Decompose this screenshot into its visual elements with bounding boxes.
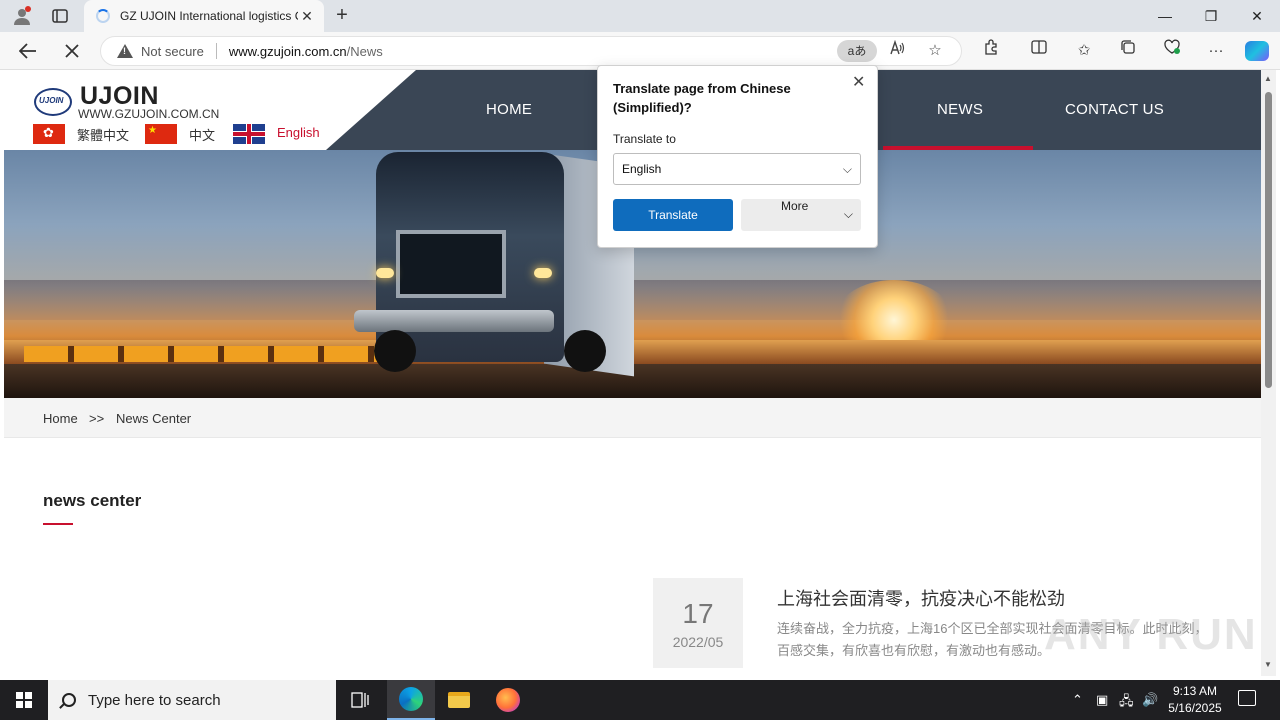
nav-home[interactable]: HOME [486,70,532,150]
uk-flag-icon[interactable] [233,124,265,144]
loading-spinner-icon [96,9,110,23]
new-tab-button[interactable]: + [330,4,354,28]
tab-title: GZ UJOIN International logistics C [120,9,298,23]
news-date-day: 17 [682,598,714,629]
browser-tab-active[interactable]: GZ UJOIN International logistics C ✕ [84,0,324,32]
task-view-icon[interactable] [336,680,384,720]
translate-popup-title: Translate page from Chinese (Simplified)… [613,81,791,115]
page-scrollbar[interactable]: ▲ ▼ [1261,70,1276,676]
url-separator [215,43,217,59]
translate-to-label: Translate to [613,132,676,146]
breadcrumb: Home >> News Center [4,398,1261,438]
lang-traditional-chinese[interactable]: 繁體中文 [77,125,129,144]
start-button[interactable] [0,680,48,720]
scroll-down-icon[interactable]: ▼ [1264,660,1272,669]
scroll-thumb[interactable] [1265,92,1272,388]
hk-flag-icon[interactable] [33,124,65,144]
warning-icon[interactable] [117,44,133,58]
restore-button[interactable]: ❐ [1188,0,1234,32]
tray-device-icon[interactable]: ▣ [1096,692,1108,708]
breadcrumb-current: News Center [116,411,192,426]
search-icon [62,693,76,707]
split-screen-icon[interactable] [1026,39,1052,63]
nav-news[interactable]: NEWS [937,70,983,150]
edge-taskbar-icon[interactable] [387,680,435,720]
close-window-button[interactable]: ✕ [1234,0,1280,32]
windows-logo-icon [16,692,32,708]
copilot-icon[interactable] [1245,41,1269,61]
cn-flag-icon[interactable] [145,124,177,144]
watermark-logo: ANY RUN [1044,610,1258,659]
selected-language: English [622,162,662,176]
windows-taskbar: Type here to search ⌃ ▣ 🖧 🔊 9:13 AM 5/16… [0,680,1280,720]
read-aloud-icon[interactable] [885,39,909,62]
extensions-icon[interactable] [978,39,1004,63]
more-menu-icon[interactable]: ··· [1203,39,1229,63]
clock-time: 9:13 AM [1172,684,1218,698]
section-underline [43,523,73,525]
news-date-box: 17 2022/05 [653,578,743,668]
taskbar-search-placeholder: Type here to search [88,691,221,709]
clock-date: 5/16/2025 [1168,701,1222,715]
close-icon[interactable]: ✕ [852,72,865,92]
translate-button[interactable]: Translate [613,199,733,231]
breadcrumb-separator: >> [89,411,105,426]
tray-chevron-icon[interactable]: ⌃ [1072,692,1083,708]
more-button[interactable]: More ⌵ [741,199,861,231]
security-status[interactable]: Not secure [141,44,204,59]
volume-icon[interactable]: 🔊 [1142,692,1158,708]
news-date-year-month: 2022/05 [672,634,724,650]
taskbar-search[interactable]: Type here to search [48,680,336,720]
logo-icon[interactable]: UJOIN [34,88,72,116]
more-button-label: More [781,199,809,213]
url-host[interactable]: www.gzujoin.com.cn [229,44,347,59]
collections-icon[interactable] [1115,39,1141,63]
notification-icon[interactable] [1238,690,1256,706]
favorite-star-icon[interactable]: ☆ [923,40,947,62]
target-language-select[interactable]: English ⌵ [613,153,861,185]
stop-loading-icon[interactable] [58,38,86,64]
close-tab-icon[interactable]: ✕ [298,8,316,25]
nav-contact-us[interactable]: CONTACT US [1065,70,1164,150]
chevron-down-icon: ⌵ [842,162,852,176]
favorites-icon[interactable]: ✩ [1071,39,1097,63]
section-title: news center [43,491,142,510]
network-icon[interactable]: 🖧 [1119,692,1134,714]
file-explorer-icon[interactable] [435,680,483,720]
lang-english[interactable]: English [277,125,320,140]
address-bar[interactable]: Not secure www.gzujoin.com.cn /News aあ ☆ [100,36,962,66]
translate-popup: Translate page from Chinese (Simplified)… [597,65,878,248]
firefox-icon[interactable] [484,680,532,720]
profile-icon[interactable] [10,4,34,28]
system-clock[interactable]: 9:13 AM 5/16/2025 [1160,683,1230,717]
minimize-button[interactable]: — [1142,0,1188,32]
tab-actions-icon[interactable] [48,4,72,28]
news-item-title[interactable]: 上海社会面清零，抗疫决心不能松劲 [777,585,1065,611]
browser-tab-bar: GZ UJOIN International logistics C ✕ + —… [0,0,1280,32]
translate-icon[interactable]: aあ [837,40,877,62]
breadcrumb-home[interactable]: Home [43,411,78,426]
back-arrow-icon[interactable] [14,38,42,64]
chevron-down-icon: ⌵ [843,207,853,221]
scroll-up-icon[interactable]: ▲ [1264,74,1272,83]
url-path[interactable]: /News [347,44,383,59]
site-brand-url: WWW.GZUJOIN.COM.CN [78,107,220,121]
browser-essentials-icon[interactable] [1159,39,1185,63]
lang-chinese[interactable]: 中文 [189,125,215,144]
